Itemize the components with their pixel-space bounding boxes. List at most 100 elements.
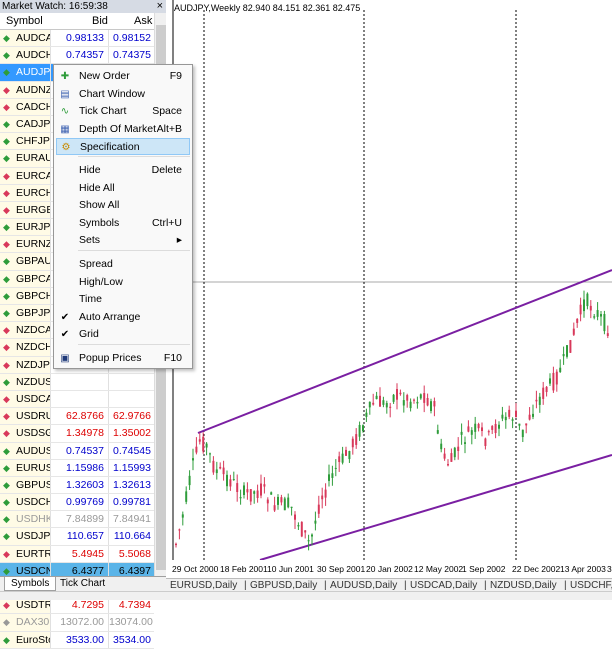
candle-body (518, 423, 521, 426)
symbol-row[interactable]: ◆ EURUSD 1.15986 1.15993 (0, 459, 154, 477)
symbol-name: ◆ GBPCAD (0, 270, 50, 287)
menu-item-hide[interactable]: Hide Delete (56, 162, 190, 179)
symbol-row[interactable]: ◆ USDRUB 62.8766 62.9766 (0, 408, 154, 426)
symbol-row[interactable]: ◆ USDCHF 0.99769 0.99781 (0, 494, 154, 512)
symbol-name: ◆ EURCHF (0, 184, 50, 201)
symbol-name: ◆ USDCHF (0, 494, 50, 511)
menu-item-label: Sets (79, 234, 101, 246)
column-header-bid[interactable]: Bid (92, 15, 108, 27)
bid-value: 1.34978 (50, 425, 108, 442)
candle-body (348, 451, 351, 460)
menu-item-time[interactable]: Time (56, 291, 190, 308)
column-header-symbol[interactable]: Symbol (6, 15, 43, 27)
symbol-row[interactable]: ◆ AUDCAD 0.98133 0.98152 (0, 30, 154, 48)
symbol-label: EURGBP (16, 203, 50, 216)
candle-body (317, 504, 320, 514)
candle-body (477, 424, 480, 429)
tab-symbols[interactable]: Symbols (4, 577, 57, 591)
price-chart[interactable] (170, 0, 612, 560)
arrow-up-icon: ◆ (3, 617, 10, 628)
symbol-name: ◆ USDHKD (0, 511, 50, 528)
x-axis-label: 3 (607, 564, 612, 574)
bid-value: 5.4945 (50, 545, 108, 562)
symbol-name: ◆ USDRUB (0, 408, 50, 425)
symbol-name: ◆ GBPAUD (0, 253, 50, 270)
tab-tick-chart[interactable]: Tick Chart (54, 577, 111, 591)
menu-item-tick-chart[interactable]: ∿ Tick Chart Space (56, 103, 190, 120)
menu-item-auto-arrange[interactable]: ✔ Auto Arrange (56, 309, 190, 326)
candle-body (484, 438, 487, 446)
candle-body (406, 395, 409, 401)
symbol-label: GBPJPY (16, 307, 50, 319)
menu-item-chart-window[interactable]: ▤ Chart Window (56, 86, 190, 103)
candle-body (290, 506, 293, 508)
symbol-label: CADJPY (16, 117, 50, 130)
candle-body (528, 414, 531, 420)
symbol-name: ◆ USDJPY (0, 528, 50, 545)
menu-item-high-low[interactable]: High/Low (56, 274, 190, 291)
menu-item-shortcut: ▸ (176, 234, 182, 246)
x-axis-label: 20 Jan 2002 (366, 564, 413, 574)
candle-body (542, 387, 545, 399)
context-menu: ✚ New Order F9 ▤ Chart Window ∿ Tick Chart Spac… (53, 64, 193, 369)
arrow-up-icon: ◆ (3, 290, 10, 301)
candle-body (175, 543, 177, 546)
symbol-row[interactable]: ◆ AUDCHF 0.74357 0.74375 (0, 47, 154, 65)
menu-item-spread[interactable]: Spread (56, 256, 190, 273)
menu-item-label: Hide All (79, 182, 115, 194)
candle-body (606, 333, 609, 336)
symbol-row[interactable]: ◆ USDJPY 110.657 110.664 (0, 528, 154, 546)
bid-value: 0.99769 (50, 494, 108, 511)
candle-body (385, 403, 388, 408)
symbol-row[interactable]: ◆ USDHKD 7.84899 7.84941 (0, 511, 154, 529)
symbol-name: ◆ GBPCHF (0, 287, 50, 304)
symbol-row[interactable]: ◆ USDSGD 1.34978 1.35002 (0, 425, 154, 443)
menu-item-label: Show All (79, 199, 120, 211)
menu-item-popup-prices[interactable]: ▣ Popup Prices F10 (56, 350, 190, 367)
candle-body (487, 431, 490, 433)
candle-body (253, 491, 256, 494)
arrow-down-icon: ◆ (3, 342, 10, 353)
candle-body (416, 401, 419, 404)
chart-area[interactable]: AUDJPY,Weekly 82.940 84.151 82.361 82.47… (170, 0, 612, 578)
column-header-ask[interactable]: Ask (134, 15, 152, 27)
arrow-up-icon: ◆ (3, 376, 10, 387)
menu-item-specification[interactable]: ⚙ Specification (56, 138, 190, 155)
candle-body (236, 483, 239, 492)
symbol-row[interactable]: ◆ AUDUSD 0.74537 0.74545 (0, 442, 154, 460)
specification-icon: ⚙ (61, 142, 71, 153)
menu-item-show-all[interactable]: Show All (56, 197, 190, 214)
menu-item-new-order[interactable]: ✚ New Order F9 (56, 68, 190, 85)
symbol-row[interactable]: ◆ DAX30 13072.00 13074.00 (0, 614, 154, 632)
symbol-row[interactable]: ◆ EuroStoxx 3533.00 3534.00 (0, 631, 154, 649)
arrow-up-icon: ◆ (3, 67, 10, 78)
symbol-row[interactable]: ◆ NZDUSD (0, 373, 154, 391)
candle-body (600, 314, 602, 317)
market-watch-title-text: Market Watch: 16:59:38 (2, 1, 108, 12)
symbol-row[interactable]: ◆ EURTRY 5.4945 5.5068 (0, 545, 154, 563)
candle-body (239, 497, 242, 499)
candle-body (402, 400, 405, 406)
candle-body (338, 456, 341, 463)
arrow-up-icon: ◆ (3, 531, 10, 542)
menu-item-depth-of-market[interactable]: ▦ Depth Of Market Alt+B (56, 121, 190, 138)
arrow-up-icon: ◆ (3, 462, 10, 473)
ask-value (108, 390, 154, 408)
bid-value: 7.84899 (50, 511, 108, 528)
menu-item-symbols[interactable]: Symbols Ctrl+U (56, 215, 190, 232)
symbol-name: ◆ AUDCHF (0, 47, 50, 64)
menu-item-sets[interactable]: Sets ▸ (56, 232, 190, 249)
close-icon[interactable]: × (157, 0, 163, 13)
menu-item-grid[interactable]: ✔ Grid (56, 326, 190, 343)
symbol-row[interactable]: ◆ USDCAD (0, 390, 154, 409)
symbol-name: ◆ EURJPY (0, 219, 50, 236)
menu-item-hide-all[interactable]: Hide All (56, 180, 190, 197)
candle-body (508, 409, 511, 417)
symbol-row[interactable]: ◆ GBPUSD 1.32603 1.32613 (0, 476, 154, 495)
symbol-label: NZDCHF (16, 341, 50, 354)
symbol-name: ◆ CADJPY (0, 115, 50, 133)
symbol-label: USDTRY (16, 599, 50, 612)
candle-body (515, 410, 517, 418)
candle-body (440, 443, 443, 450)
arrow-down-icon: ◆ (3, 239, 10, 250)
